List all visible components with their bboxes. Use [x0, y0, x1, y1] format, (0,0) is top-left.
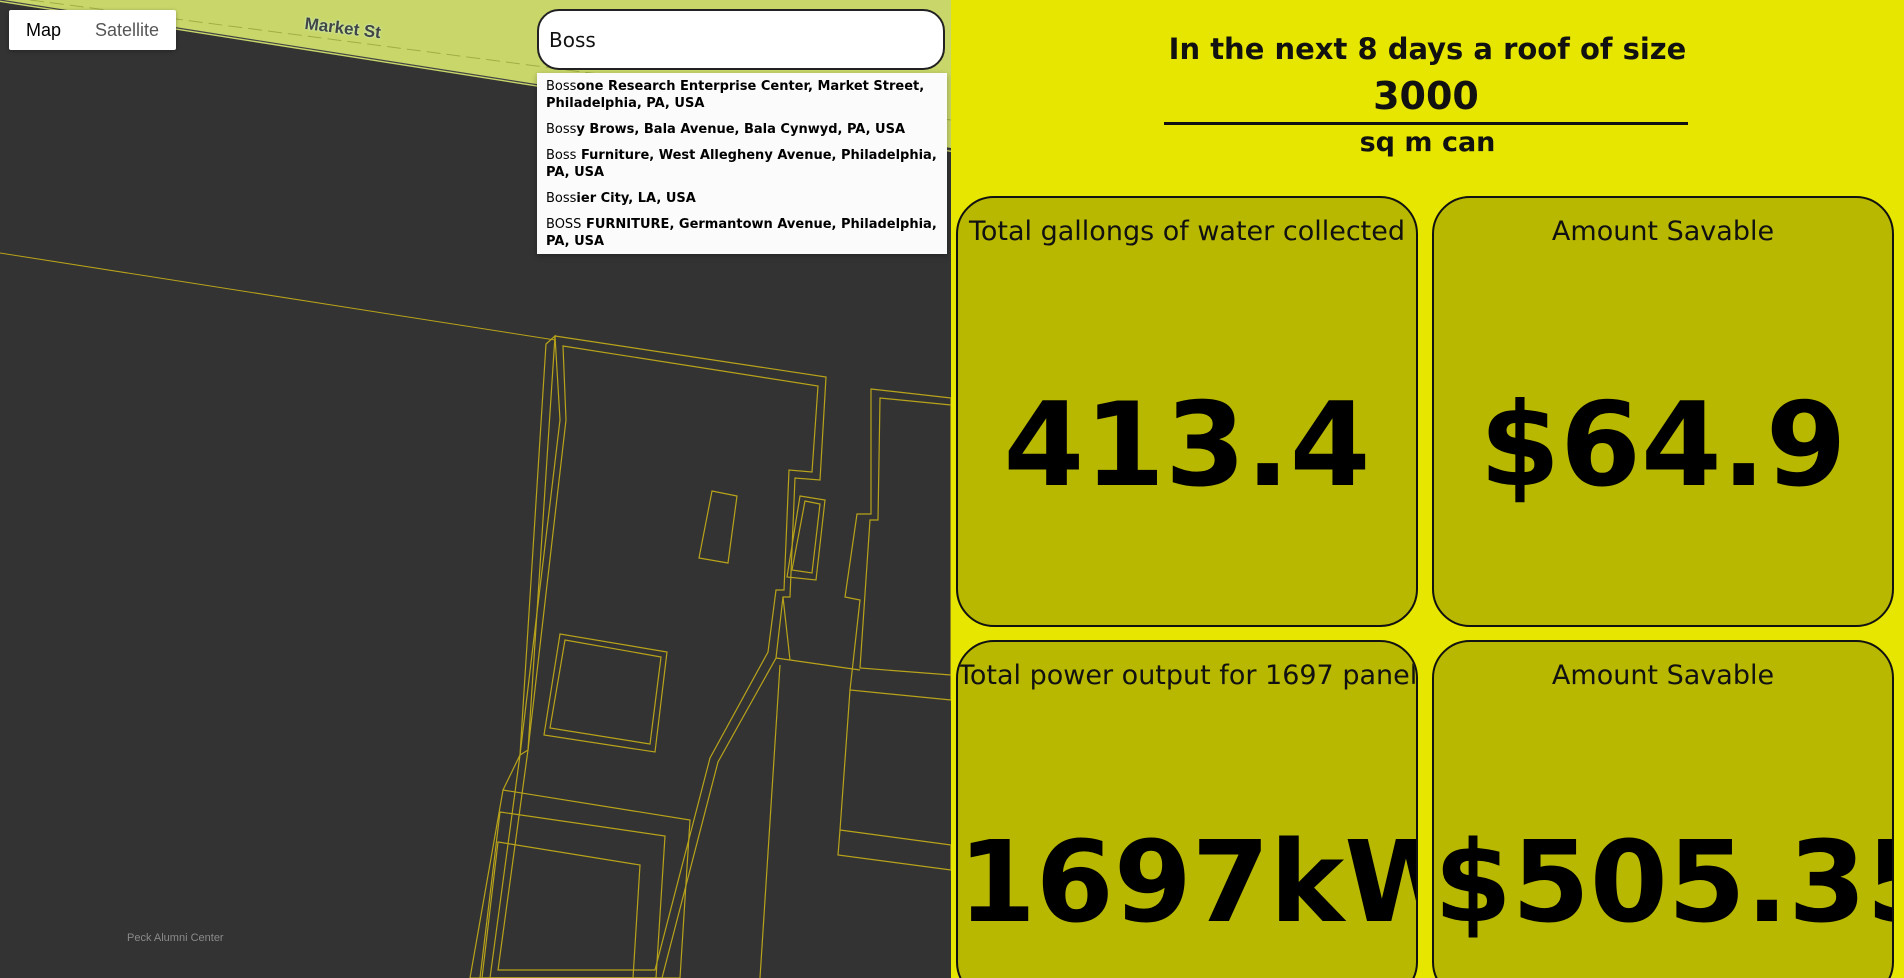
power-savings-card: Amount Savable $505.35 — [1432, 640, 1894, 978]
search-box — [537, 9, 945, 70]
autocomplete-item[interactable]: Bossone Research Enterprise Center, Mark… — [537, 73, 947, 116]
location-search-input[interactable] — [549, 28, 929, 52]
autocomplete-rest: ier City, LA, USA — [576, 191, 696, 206]
autocomplete-item[interactable]: Boss Furniture, West Allegheny Avenue, P… — [537, 142, 947, 185]
power-output-card: Total power output for 1697 panels 1697k… — [956, 640, 1418, 978]
map-type-satellite-button[interactable]: Satellite — [78, 10, 176, 50]
autocomplete-match: Boss — [546, 191, 577, 206]
water-savings-card: Amount Savable $64.9 — [1432, 196, 1894, 627]
card-value: 1697kW — [958, 818, 1418, 948]
card-value: 413.4 — [1003, 378, 1371, 513]
roof-size-input[interactable] — [1164, 70, 1688, 125]
map-type-map-button[interactable]: Map — [9, 10, 78, 50]
map-view[interactable]: Market St Map Satellite Bossone Research… — [0, 0, 951, 978]
poi-label: Peck Alumni Center — [127, 932, 224, 944]
autocomplete-item[interactable]: BOSS FURNITURE, Germantown Avenue, Phila… — [537, 211, 947, 254]
building-outlines — [469, 334, 951, 978]
autocomplete-rest: FURNITURE, Germantown Avenue, Philadelph… — [546, 217, 937, 249]
card-label: Amount Savable — [1551, 216, 1775, 247]
autocomplete-item[interactable]: Bossy Brows, Bala Avenue, Bala Cynwyd, P… — [537, 116, 947, 142]
water-collected-card: Total gallongs of water collected 413.4 — [956, 196, 1418, 627]
autocomplete-match: Boss — [546, 79, 577, 94]
card-label: Amount Savable — [1551, 660, 1775, 691]
card-label: Total power output for 1697 panels — [958, 660, 1418, 691]
autocomplete-item[interactable]: Bossier City, LA, USA — [537, 185, 947, 211]
autocomplete-match: Boss — [546, 148, 577, 163]
results-panel: In the next 8 days a roof of size sq m c… — [951, 0, 1904, 978]
heading-line-2: sq m can — [1359, 127, 1496, 158]
autocomplete-match: BOSS — [546, 217, 582, 232]
card-value: $505.35 — [1434, 818, 1894, 948]
heading-line-1: In the next 8 days a roof of size — [1168, 32, 1687, 66]
autocomplete-dropdown: Bossone Research Enterprise Center, Mark… — [537, 73, 947, 254]
card-label: Total gallongs of water collected — [968, 216, 1406, 247]
autocomplete-match: Boss — [546, 122, 577, 137]
autocomplete-rest: y Brows, Bala Avenue, Bala Cynwyd, PA, U… — [576, 122, 906, 137]
card-value: $64.9 — [1479, 378, 1847, 513]
autocomplete-rest: one Research Enterprise Center, Market S… — [546, 79, 925, 111]
autocomplete-rest: Furniture, West Allegheny Avenue, Philad… — [546, 148, 937, 180]
map-type-control: Map Satellite — [9, 10, 177, 50]
